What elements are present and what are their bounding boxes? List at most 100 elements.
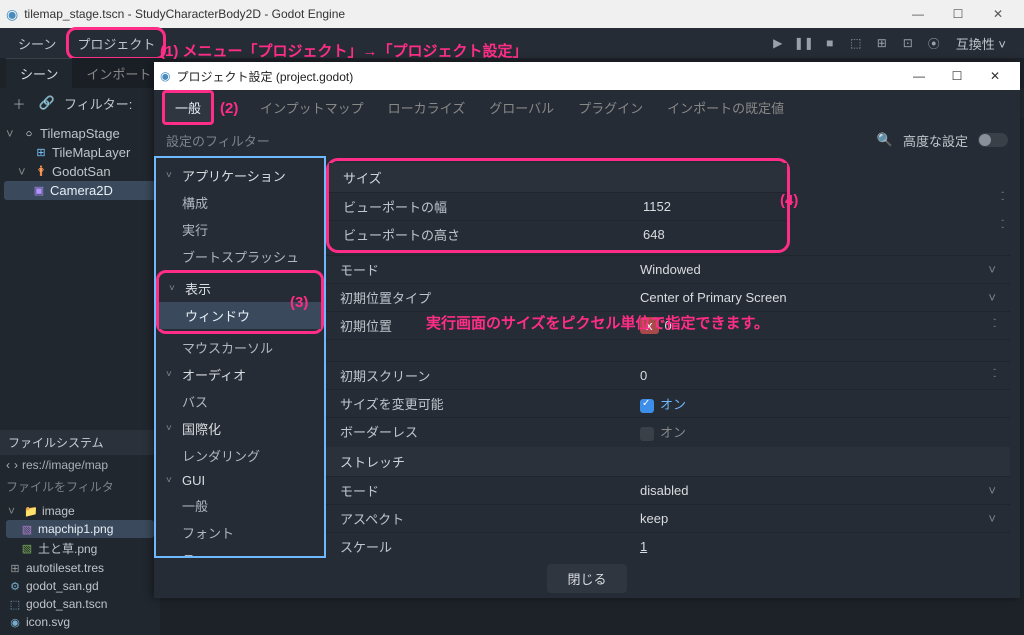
back-button[interactable]: ‹: [6, 458, 10, 472]
scene-tree: ˅○TilemapStage ⊞TileMapLayer ˅🛉GodotSan …: [0, 118, 160, 206]
dialog-title: プロジェクト設定 (project.godot): [176, 68, 900, 85]
cat-gui-theme[interactable]: テーマ: [156, 546, 324, 558]
filesystem-header: ファイルシステム: [0, 430, 160, 455]
dialog-tabs: 一般 インプットマップ ローカライズ グローバル プラグイン インポートの既定値: [154, 90, 1020, 124]
stop-button[interactable]: ■: [818, 31, 842, 55]
cat-audio[interactable]: ˅オーディオ: [156, 361, 324, 388]
menu-scene[interactable]: シーン: [10, 30, 64, 57]
project-settings-dialog: ◉ プロジェクト設定 (project.godot) — ☐ ✕ 一般 インプッ…: [154, 62, 1020, 598]
tree-player[interactable]: ˅🛉GodotSan: [4, 162, 156, 181]
spin-icon[interactable]: ˆˇ: [1001, 220, 1004, 234]
filter-label: フィルター:: [64, 94, 132, 113]
checkbox-on-icon[interactable]: [640, 399, 654, 413]
cat-config[interactable]: 構成: [156, 189, 324, 216]
fwd-button[interactable]: ›: [14, 458, 18, 472]
minimize-button[interactable]: —: [898, 1, 938, 27]
close-button[interactable]: ✕: [978, 1, 1018, 27]
play-custom-button[interactable]: ⊡: [896, 31, 920, 55]
prop-screen[interactable]: 初期スクリーン 0 ˆˇ: [326, 361, 1010, 389]
chevron-down-icon: ˅: [978, 262, 996, 277]
tab-import-defaults[interactable]: インポートの既定値: [657, 93, 794, 122]
cat-mouse[interactable]: マウスカーソル: [156, 334, 324, 361]
dialog-titlebar: ◉ プロジェクト設定 (project.godot) — ☐ ✕: [154, 62, 1020, 90]
spin-icon[interactable]: ˆˇ: [993, 319, 996, 333]
path-field[interactable]: res://image/map: [22, 458, 108, 472]
prop-stretch-mode[interactable]: モード disabled ˅: [326, 476, 1010, 504]
tab-global[interactable]: グローバル: [479, 93, 564, 122]
settings-filter-bar: 設定のフィルター 🔍 高度な設定: [154, 124, 1020, 156]
tab-plugin[interactable]: プラグイン: [568, 93, 653, 122]
tab-scene[interactable]: シーン: [6, 58, 72, 88]
section-size: サイズ: [329, 163, 787, 192]
godot-logo-icon: ◉: [6, 6, 18, 23]
cat-gui-general[interactable]: 一般: [156, 492, 324, 519]
prop-position-type[interactable]: 初期位置タイプ Center of Primary Screen ˅: [326, 283, 1010, 311]
fs-grass[interactable]: ▧土と草.png: [6, 538, 154, 559]
property-panel: サイズ ビューポートの幅 1152 ビューポートの高さ 648 ˆˇ ˆˇ モー…: [326, 156, 1020, 558]
dialog-close[interactable]: ✕: [976, 63, 1014, 89]
prop-position[interactable]: 初期位置 x0 ˆˇ: [326, 311, 1010, 339]
advanced-label: 高度な設定: [903, 131, 968, 150]
link-button[interactable]: 🔗: [36, 92, 58, 114]
cat-bus[interactable]: バス: [156, 388, 324, 415]
fs-icon[interactable]: ◉icon.svg: [6, 613, 154, 631]
fs-tscn[interactable]: ⬚godot_san.tscn: [6, 595, 154, 613]
spin-icon[interactable]: ˆˇ: [1001, 192, 1004, 206]
chevron-down-icon: ˅: [978, 511, 996, 526]
cat-gui-font[interactable]: フォント: [156, 519, 324, 546]
prop-viewport-width[interactable]: ビューポートの幅 1152: [329, 192, 787, 220]
tab-localize[interactable]: ローカライズ: [378, 93, 476, 122]
prop-mode[interactable]: モード Windowed ˅: [326, 255, 1010, 283]
prop-aspect[interactable]: アスペクト keep ˅: [326, 504, 1010, 532]
play-scene-button[interactable]: ⊞: [870, 31, 894, 55]
tab-inputmap[interactable]: インプットマップ: [250, 93, 374, 122]
prop-borderless[interactable]: ボーダーレス オン: [326, 417, 1010, 445]
prop-viewport-height[interactable]: ビューポートの高さ 648: [329, 220, 787, 248]
play-button[interactable]: ▶: [766, 31, 790, 55]
godot-logo-icon: ◉: [160, 69, 170, 83]
maximize-button[interactable]: ☐: [938, 1, 978, 27]
filesystem-filter[interactable]: ファイルをフィルタ: [0, 475, 160, 498]
movie-button[interactable]: ⦿: [922, 31, 946, 55]
filesystem-path-bar: ‹ › res://image/map: [0, 455, 160, 475]
renderer-dropdown[interactable]: 互換性 ˅: [948, 30, 1014, 57]
menu-project[interactable]: プロジェクト: [66, 27, 166, 60]
dialog-maximize[interactable]: ☐: [938, 63, 976, 89]
cat-i18n-render[interactable]: レンダリング: [156, 442, 324, 469]
pause-button[interactable]: ❚❚: [792, 31, 816, 55]
filesystem-tree: ˅📁image ▧mapchip1.png ▧土と草.png ⊞autotile…: [0, 498, 160, 635]
fs-mapchip[interactable]: ▧mapchip1.png: [6, 520, 154, 538]
cat-run[interactable]: 実行: [156, 216, 324, 243]
fs-autotileset[interactable]: ⊞autotileset.tres: [6, 559, 154, 577]
spin-icon[interactable]: ˆˇ: [993, 369, 996, 383]
dialog-minimize[interactable]: —: [900, 63, 938, 89]
prop-scale[interactable]: スケール 1: [326, 532, 1010, 558]
tree-root[interactable]: ˅○TilemapStage: [4, 124, 156, 143]
cat-bootsplash[interactable]: ブートスプラッシュ: [156, 243, 324, 270]
add-node-button[interactable]: ＋: [8, 92, 30, 114]
fs-gd[interactable]: ⚙godot_san.gd: [6, 577, 154, 595]
prop-position-y[interactable]: [326, 339, 1010, 361]
menubar: シーン プロジェクト ▶ ❚❚ ■ ⬚ ⊞ ⊡ ⦿ 互換性 ˅: [0, 28, 1024, 58]
cat-i18n[interactable]: ˅国際化: [156, 415, 324, 442]
prop-resizable[interactable]: サイズを変更可能 オン: [326, 389, 1010, 417]
tree-camera[interactable]: ▣Camera2D: [4, 181, 156, 200]
tree-tilemap[interactable]: ⊞TileMapLayer: [4, 143, 156, 162]
cat-display[interactable]: ˅表示: [159, 275, 321, 302]
left-dock: ˅○TilemapStage ⊞TileMapLayer ˅🛉GodotSan …: [0, 118, 160, 635]
close-button[interactable]: 閉じる: [547, 564, 626, 593]
fs-folder-image[interactable]: ˅📁image: [6, 502, 154, 520]
main-titlebar: ◉ tilemap_stage.tscn - StudyCharacterBod…: [0, 0, 1024, 28]
settings-filter-input[interactable]: 設定のフィルター: [166, 131, 867, 150]
remote-button[interactable]: ⬚: [844, 31, 868, 55]
tab-import[interactable]: インポート: [72, 58, 165, 88]
category-tree: ˅アプリケーション 構成 実行 ブートスプラッシュ ˅表示 ウィンドウ マウスカ…: [154, 156, 326, 558]
cat-window[interactable]: ウィンドウ: [159, 302, 321, 329]
checkbox-off-icon[interactable]: [640, 427, 654, 441]
tab-general[interactable]: 一般: [162, 90, 214, 125]
section-stretch: ストレッチ: [326, 447, 1010, 476]
cat-gui[interactable]: ˅GUI: [156, 469, 324, 492]
window-title: tilemap_stage.tscn - StudyCharacterBody2…: [24, 7, 898, 21]
cat-application[interactable]: ˅アプリケーション: [156, 162, 324, 189]
advanced-toggle[interactable]: [978, 133, 1008, 147]
